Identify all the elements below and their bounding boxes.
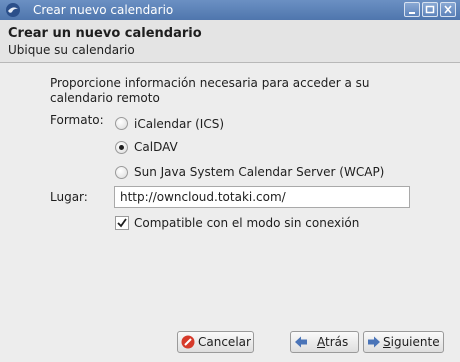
window-title: Crear nuevo calendario (33, 3, 174, 17)
next-button[interactable]: Siguiente (363, 331, 444, 353)
thunderbird-icon (6, 3, 20, 17)
wizard-title: Crear un nuevo calendario (8, 26, 202, 41)
radio-icalendar[interactable] (115, 117, 128, 130)
offline-checkbox[interactable] (115, 216, 129, 230)
minimize-button[interactable] (404, 2, 420, 17)
maximize-button[interactable] (422, 2, 438, 17)
wizard-header: Crear un nuevo calendario Ubique su cale… (0, 20, 460, 63)
arrow-right-icon (368, 336, 380, 348)
format-label: Formato: (50, 113, 104, 127)
close-button[interactable] (440, 2, 456, 17)
radio-caldav-label[interactable]: CalDAV (134, 140, 178, 154)
next-label: Siguiente (383, 335, 440, 349)
next-mnemonic: S (383, 335, 391, 349)
checkmark-icon (117, 218, 127, 228)
offline-checkbox-label[interactable]: Compatible con el modo sin conexión (134, 216, 359, 230)
maximize-icon (425, 5, 435, 14)
cancel-label: Cancelar (198, 335, 251, 349)
next-label-rest: iguiente (390, 335, 440, 349)
cancel-icon (181, 335, 195, 349)
radio-wcap[interactable] (115, 166, 128, 179)
back-button[interactable]: Atrás (290, 331, 359, 353)
back-label-rest: trás (325, 335, 349, 349)
radio-icalendar-label[interactable]: iCalendar (ICS) (134, 117, 224, 131)
back-mnemonic: A (317, 335, 325, 349)
location-input[interactable]: http://owncloud.totaki.com/ (114, 186, 410, 208)
close-icon (444, 5, 452, 14)
arrow-left-icon (295, 336, 307, 348)
location-label: Lugar: (50, 190, 88, 204)
wizard-subtitle: Ubique su calendario (8, 43, 135, 57)
back-label: Atrás (317, 335, 348, 349)
title-bar: Crear nuevo calendario (0, 0, 460, 20)
minimize-icon (409, 12, 415, 14)
intro-text: Proporcione información necesaria para a… (50, 76, 370, 105)
radio-caldav[interactable] (115, 141, 128, 154)
radio-wcap-label[interactable]: Sun Java System Calendar Server (WCAP) (134, 165, 384, 179)
cancel-button[interactable]: Cancelar (177, 331, 254, 353)
